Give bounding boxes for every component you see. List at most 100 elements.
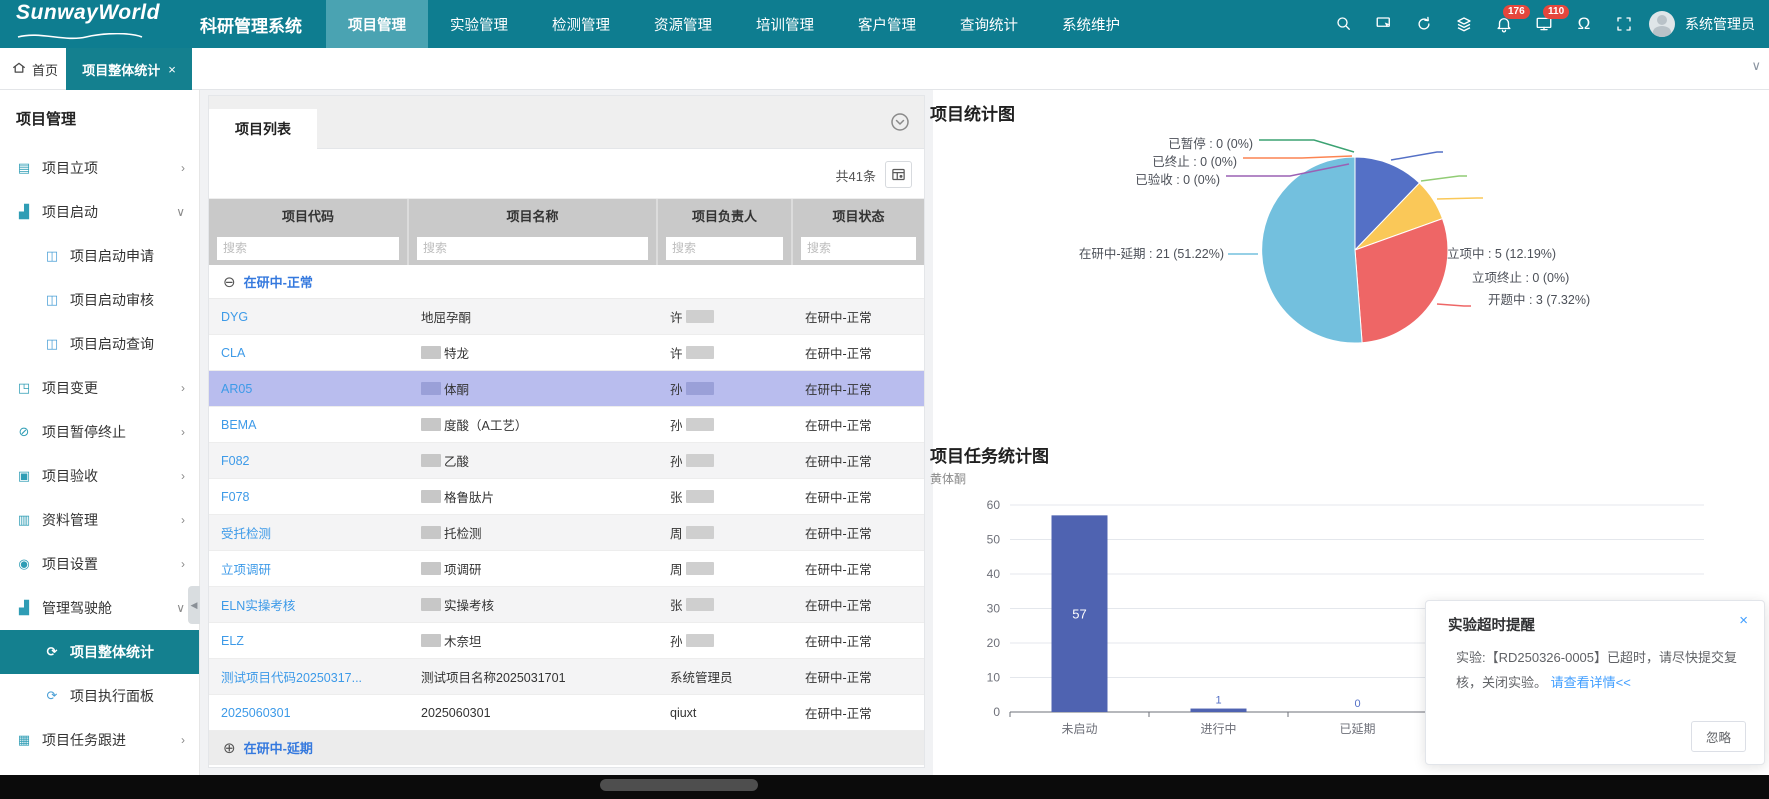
sidebar-item-12[interactable]: ⟳项目执行面板	[0, 674, 199, 718]
panel-collapse-icon[interactable]	[890, 112, 910, 132]
cell-code[interactable]: F078	[209, 479, 409, 514]
sidebar-item-14[interactable]: ✎经验教训登记册	[0, 762, 199, 775]
panel-header: 项目列表	[209, 96, 924, 149]
cell-code[interactable]: 受托检测	[209, 515, 409, 550]
panel-title-tab[interactable]: 项目列表	[209, 109, 317, 149]
cell-owner: 张	[658, 587, 793, 622]
cell-code[interactable]: 测试项目代码20250317...	[209, 659, 409, 694]
table-body: DYG地屈孕酮许在研中-正常CLA特龙许在研中-正常AR05体酮孙在研中-正常B…	[209, 299, 924, 731]
refresh-icon[interactable]	[1409, 9, 1439, 39]
nav-item-3[interactable]: 资源管理	[632, 0, 734, 48]
nav-item-0[interactable]: 项目管理	[326, 0, 428, 48]
table-row-3[interactable]: BEMA度酸（A工艺）孙在研中-正常	[209, 407, 924, 443]
popup-detail-link[interactable]: 请查看详情<<	[1551, 675, 1631, 690]
logo[interactable]: SunwayWorld	[0, 1, 200, 47]
sidebar-item-3[interactable]: ◫项目启动审核	[0, 278, 199, 322]
svg-text:已延期: 已延期	[1339, 722, 1375, 736]
sidebar-collapse-handle[interactable]: ◀	[188, 586, 200, 624]
user-name[interactable]: 系统管理员	[1685, 14, 1755, 34]
sidebar-item-5[interactable]: ◳项目变更›	[0, 366, 199, 410]
cell-code[interactable]: ELN实操考核	[209, 587, 409, 622]
ban-icon: ⊘	[16, 424, 32, 440]
workbench-icon[interactable]	[1369, 9, 1399, 39]
column-settings-button[interactable]	[885, 161, 912, 188]
svg-text:30: 30	[987, 602, 1001, 616]
table-row-6[interactable]: 受托检测托检测周在研中-正常	[209, 515, 924, 551]
redaction-block	[686, 526, 714, 539]
table-row-9[interactable]: ELZ木奈坦孙在研中-正常	[209, 623, 924, 659]
cell-code[interactable]: DYG	[209, 299, 409, 334]
table-row-1[interactable]: CLA特龙许在研中-正常	[209, 335, 924, 371]
table-row-10[interactable]: 测试项目代码20250317...测试项目名称2025031701系统管理员在研…	[209, 659, 924, 695]
cell-code[interactable]: AR05	[209, 371, 409, 406]
search-name-input[interactable]	[417, 237, 648, 260]
search-icon[interactable]	[1329, 9, 1359, 39]
fullscreen-icon[interactable]	[1609, 9, 1639, 39]
sidebar-item-13[interactable]: ▦项目任务跟进›	[0, 718, 199, 762]
cell-status: 在研中-正常	[793, 695, 924, 730]
popup-dismiss-button[interactable]: 忽略	[1691, 721, 1746, 752]
tab-close-icon[interactable]: ×	[168, 62, 176, 77]
svg-text:50: 50	[987, 533, 1001, 547]
sidebar-item-label: 项目启动查询	[70, 334, 154, 354]
cell-name: 测试项目名称2025031701	[409, 659, 658, 694]
bell-icon[interactable]: 176	[1489, 9, 1519, 39]
table-row-7[interactable]: 立项调研项调研周在研中-正常	[209, 551, 924, 587]
avatar[interactable]	[1649, 11, 1675, 37]
nav-item-6[interactable]: 查询统计	[938, 0, 1040, 48]
sidebar-item-4[interactable]: ◫项目启动查询	[0, 322, 199, 366]
sidebar-item-10[interactable]: ▟管理驾驶舱∨	[0, 586, 199, 630]
group-row-delayed[interactable]: ⊕ 在研中-延期	[209, 731, 924, 765]
search-owner-input[interactable]	[666, 237, 783, 260]
cell-code[interactable]: BEMA	[209, 407, 409, 442]
collapse-group-icon[interactable]: ⊖	[223, 273, 236, 291]
col-header-name[interactable]: 项目名称	[409, 199, 658, 231]
table-row-4[interactable]: F082乙酸孙在研中-正常	[209, 443, 924, 479]
table-row-2[interactable]: AR05体酮孙在研中-正常	[209, 371, 924, 407]
nav-item-7[interactable]: 系统维护	[1040, 0, 1142, 48]
sidebar-item-8[interactable]: ▥资料管理›	[0, 498, 199, 542]
cell-code[interactable]: 2025060301	[209, 695, 409, 730]
redaction-block	[421, 418, 441, 431]
nav-item-1[interactable]: 实验管理	[428, 0, 530, 48]
horizontal-scrollbar-thumb[interactable]	[600, 779, 758, 791]
popup-close-icon[interactable]: ×	[1739, 612, 1748, 629]
table-row-0[interactable]: DYG地屈孕酮许在研中-正常	[209, 299, 924, 335]
col-header-status[interactable]: 项目状态	[793, 199, 924, 231]
cell-code[interactable]: F082	[209, 443, 409, 478]
sidebar-item-2[interactable]: ◫项目启动申请	[0, 234, 199, 278]
tab-project-stats[interactable]: 项目整体统计 ×	[66, 48, 192, 90]
table-row-5[interactable]: F078格鲁肽片张在研中-正常	[209, 479, 924, 515]
cell-code[interactable]: ELZ	[209, 623, 409, 658]
nav-item-5[interactable]: 客户管理	[836, 0, 938, 48]
expand-group-icon[interactable]: ⊕	[223, 739, 236, 757]
table-row-11[interactable]: 20250603012025060301qiuxt在研中-正常	[209, 695, 924, 731]
nav-item-4[interactable]: 培训管理	[734, 0, 836, 48]
cell-status: 在研中-正常	[793, 335, 924, 370]
sidebar-item-0[interactable]: ▤项目立项›	[0, 146, 199, 190]
tab-overflow-chevron-icon[interactable]: ∨	[1751, 58, 1761, 74]
sidebar-item-7[interactable]: ▣项目验收›	[0, 454, 199, 498]
cell-code[interactable]: 立项调研	[209, 551, 409, 586]
layers-icon[interactable]	[1449, 9, 1479, 39]
sidebar-item-11[interactable]: ⟳项目整体统计	[0, 630, 199, 674]
tab-bar: 首页 项目整体统计 × ∨	[0, 48, 1769, 90]
sidebar-item-6[interactable]: ⊘项目暂停终止›	[0, 410, 199, 454]
sidebar-item-1[interactable]: ▟项目启动∨	[0, 190, 199, 234]
svg-text:开题中 : 3 (7.32%): 开题中 : 3 (7.32%)	[1488, 292, 1590, 307]
table-row-8[interactable]: ELN实操考核实操考核张在研中-正常	[209, 587, 924, 623]
search-code-input[interactable]	[217, 237, 399, 260]
tab-home[interactable]: 首页	[6, 48, 64, 90]
group-label-delayed: 在研中-延期	[244, 738, 313, 757]
col-header-code[interactable]: 项目代码	[209, 199, 409, 231]
monitor-icon[interactable]: 110	[1529, 9, 1559, 39]
sidebar-items: ▤项目立项›▟项目启动∨◫项目启动申请◫项目启动审核◫项目启动查询◳项目变更›⊘…	[0, 146, 199, 775]
sidebar-item-9[interactable]: ◉项目设置›	[0, 542, 199, 586]
cell-code[interactable]: CLA	[209, 335, 409, 370]
omega-icon[interactable]: Ω	[1569, 9, 1599, 39]
nav-item-2[interactable]: 检测管理	[530, 0, 632, 48]
sidebar-item-label: 项目立项	[42, 158, 98, 178]
search-status-input[interactable]	[801, 237, 916, 260]
group-row-normal[interactable]: ⊖ 在研中-正常	[209, 265, 924, 299]
col-header-owner[interactable]: 项目负责人	[658, 199, 793, 231]
